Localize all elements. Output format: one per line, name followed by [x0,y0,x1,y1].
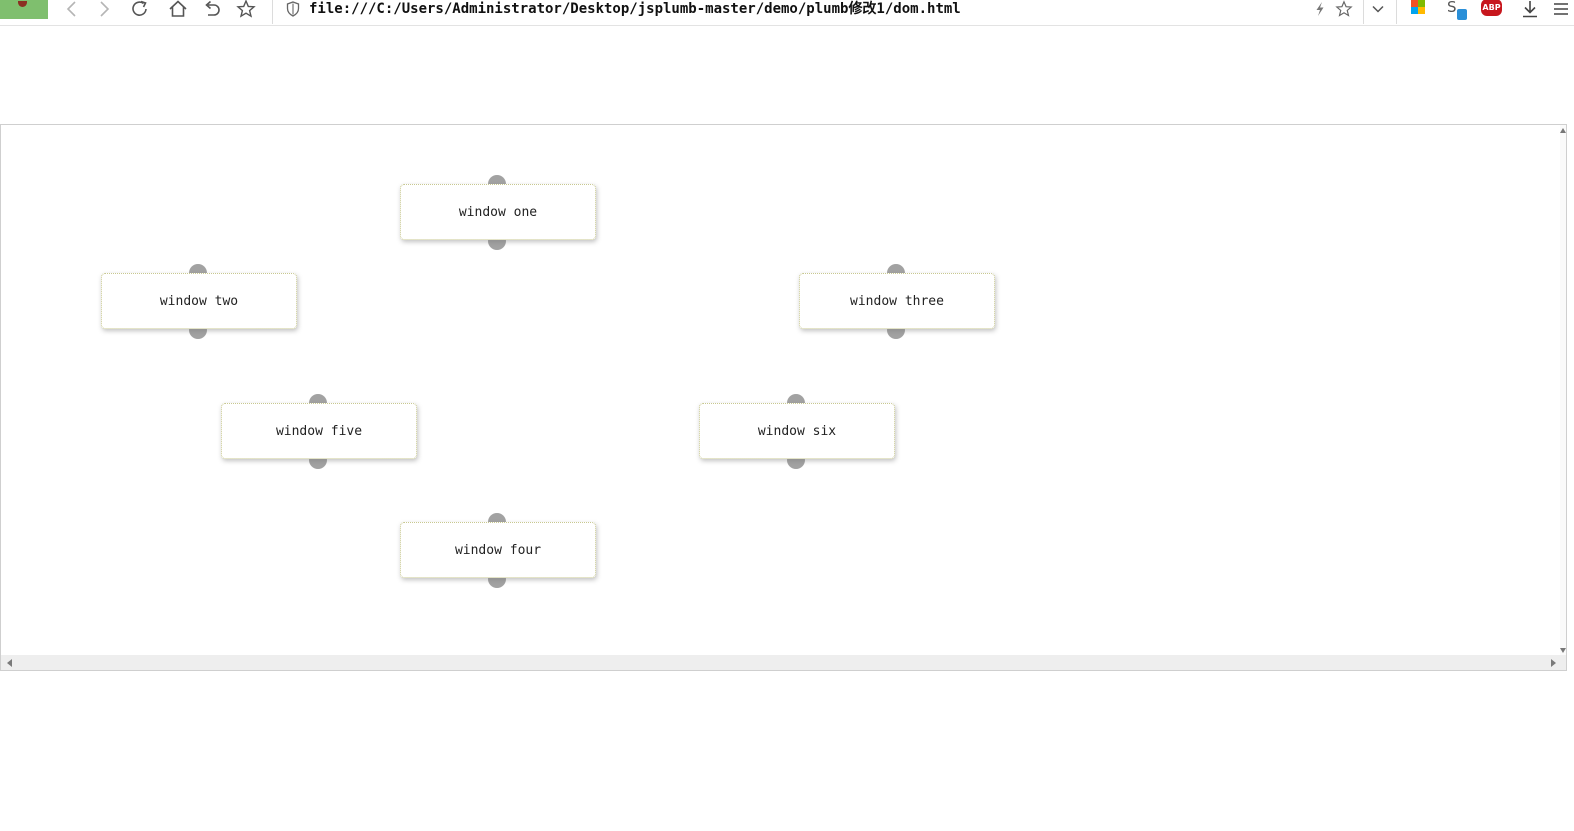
address-dropdown-button[interactable] [1367,0,1389,18]
shield-icon [286,1,300,17]
favorites-button[interactable] [235,0,257,18]
bookmark-page-button[interactable] [1333,0,1355,18]
forward-button[interactable] [93,0,115,18]
scroll-right-icon[interactable] [1551,659,1556,667]
window-two[interactable]: window two [101,273,297,329]
arrow-right-icon [100,1,110,17]
home-icon [169,0,187,17]
main-menu-button[interactable] [1550,0,1572,18]
window-six[interactable]: window six [699,403,895,459]
arrow-left-icon [66,1,76,17]
toolbar-divider [1396,0,1397,24]
chevron-down-icon [1372,5,1384,13]
star-outline-icon [1335,0,1353,17]
toolbar-divider [1363,0,1364,24]
window-five[interactable]: window five [221,403,417,459]
hamburger-menu-icon [1554,3,1568,15]
downloads-button[interactable] [1519,0,1541,18]
site-security-button[interactable] [284,0,302,18]
reload-icon [132,0,147,16]
home-button[interactable] [167,0,189,18]
scroll-left-icon[interactable] [7,659,12,667]
speed-mode-button[interactable] [1311,0,1329,18]
vertical-scrollbar[interactable] [1560,125,1566,656]
undo-icon [205,0,220,16]
back-button[interactable] [61,0,83,18]
scroll-up-icon[interactable] [1560,128,1566,133]
toolbar-divider [272,0,273,24]
windows-extension-icon[interactable] [1411,0,1425,14]
address-bar-url[interactable]: file:///C:/Users/Administrator/Desktop/j… [309,0,961,18]
adblock-plus-icon[interactable]: ABP [1481,0,1502,16]
horizontal-scrollbar[interactable] [1,655,1566,670]
scroll-down-icon[interactable] [1560,648,1566,653]
browser-tab[interactable] [0,0,48,19]
download-icon [1523,1,1537,18]
lightning-icon [1316,2,1324,16]
window-one[interactable]: window one [400,184,596,240]
plumb-canvas[interactable]: window one window two window three windo… [0,124,1567,671]
reload-button[interactable] [129,0,151,18]
star-icon [236,0,256,18]
window-four[interactable]: window four [400,522,596,578]
tab-favicon-icon [18,1,27,7]
undo-close-tab-button[interactable] [201,0,223,18]
s-extension-icon[interactable]: S [1447,0,1469,22]
window-three[interactable]: window three [799,273,995,329]
browser-toolbar: file:///C:/Users/Administrator/Desktop/j… [0,0,1574,26]
